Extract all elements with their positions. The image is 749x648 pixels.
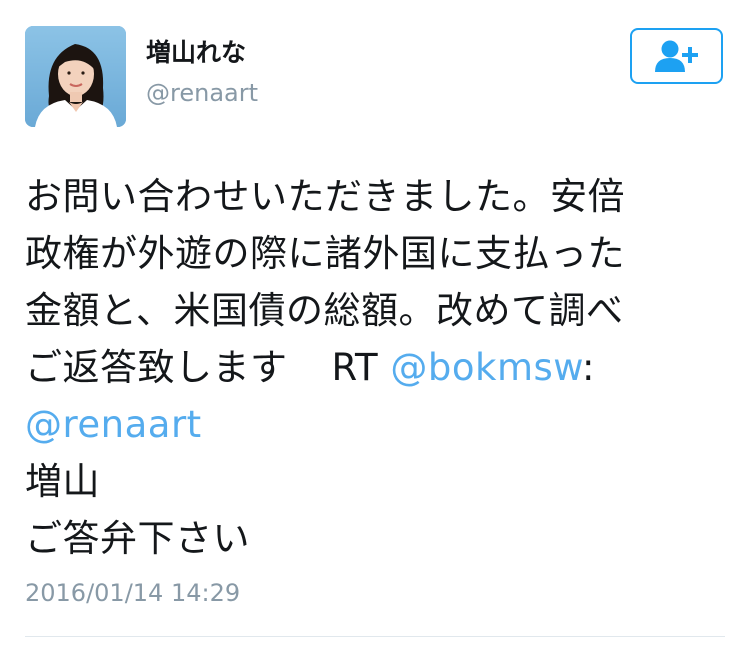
tweet-line: 金額と、米国債の総額。改めて調べ: [25, 289, 624, 332]
display-name[interactable]: 増山れな: [146, 38, 246, 68]
mention-link[interactable]: @renaart: [25, 403, 202, 446]
mention-link[interactable]: @bokmsw: [390, 346, 582, 389]
tweet-line-text: ご返答致します: [25, 346, 288, 389]
timestamp[interactable]: 2016/01/14 14:29: [25, 578, 240, 608]
user-handle[interactable]: @renaart: [146, 78, 258, 108]
tweet-line-mention: @renaart: [25, 396, 725, 453]
tweet-line: 政権が外遊の際に諸外国に支払った: [25, 232, 625, 275]
tweet-line-rt: ご返答致します RT @bokmsw:: [25, 339, 725, 396]
divider: [25, 636, 725, 637]
rt-label: RT: [331, 346, 379, 389]
tweet-line: ご答弁下さい: [25, 517, 250, 560]
follow-button[interactable]: [630, 28, 723, 84]
add-user-icon: [654, 40, 698, 72]
avatar[interactable]: [25, 26, 126, 127]
rt-colon: :: [582, 346, 595, 389]
tweet-text: お問い合わせいただきました。安倍 政権が外遊の際に諸外国に支払った 金額と、米国…: [25, 168, 725, 567]
avatar-image: [25, 26, 126, 127]
tweet-line: 増山: [25, 460, 100, 503]
tweet-line: お問い合わせいただきました。安倍: [25, 175, 625, 218]
